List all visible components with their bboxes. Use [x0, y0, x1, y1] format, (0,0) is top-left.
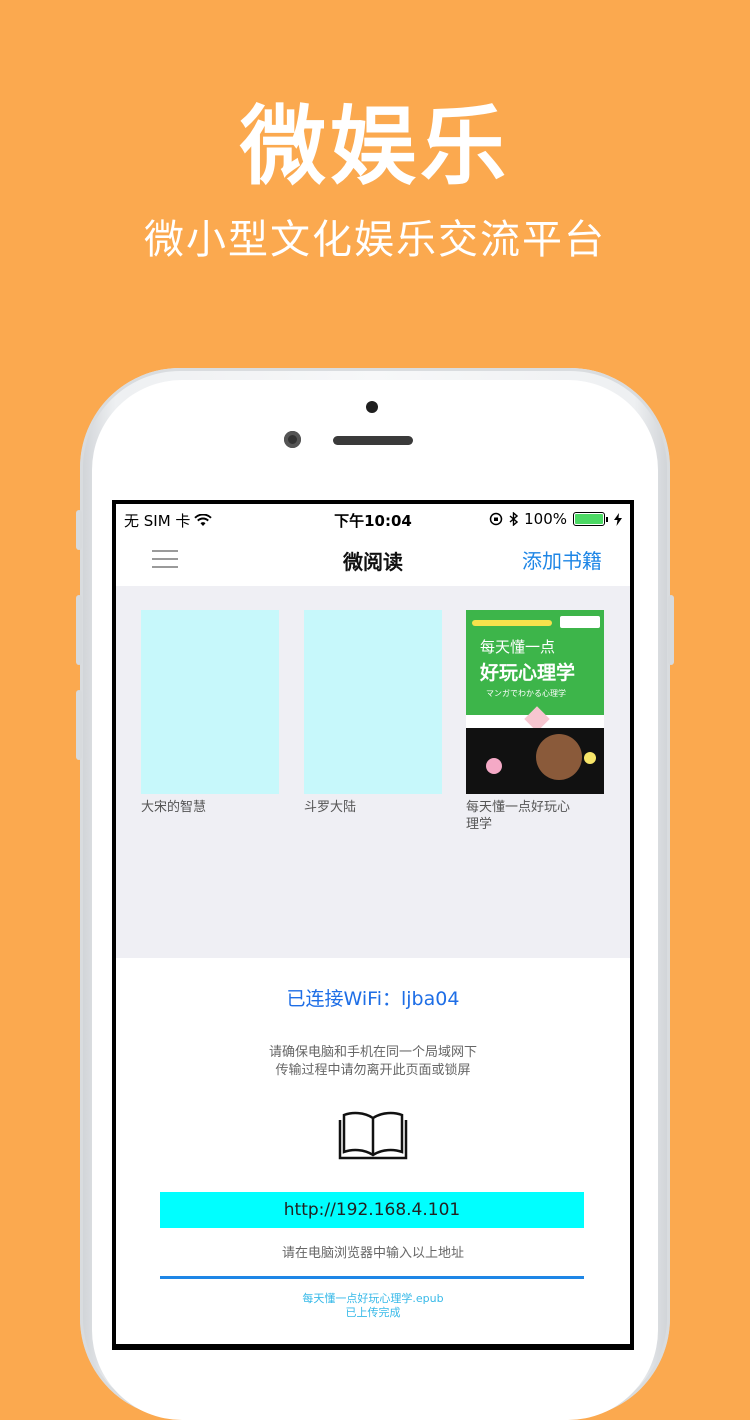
proximity-sensor — [366, 401, 378, 413]
flower-illustration — [584, 752, 596, 764]
cover-title-line2: 好玩心理学 — [480, 662, 576, 684]
orientation-lock-icon — [489, 512, 503, 526]
wifi-instructions: 请确保电脑和手机在同一个局域网下 传输过程中请勿离开此页面或锁屏 — [116, 1044, 630, 1080]
book-item[interactable]: 大宋的智慧 — [141, 610, 279, 816]
flower-illustration — [486, 758, 502, 774]
phone-volume-down — [76, 690, 82, 760]
wifi-tip-line: 传输过程中请勿离开此页面或锁屏 — [275, 1063, 471, 1078]
book-cover-placeholder — [304, 610, 442, 794]
wifi-tip-line: 请确保电脑和手机在同一个局域网下 — [268, 1045, 477, 1060]
battery-percent: 100% — [524, 510, 567, 528]
book-title: 每天懂一点好玩心理学 — [466, 800, 571, 832]
front-camera — [284, 431, 301, 448]
phone-side-button — [76, 510, 82, 550]
upload-progress-fill — [160, 1276, 584, 1279]
add-book-button[interactable]: 添加书籍 — [522, 545, 602, 574]
book-cover-image: 每天懂一点 好玩心理学 マンガでわかる心理学 — [466, 610, 604, 794]
uploaded-file-name: 每天懂一点好玩心理学.epub — [302, 1292, 444, 1305]
bookshelf: 大宋的智慧 斗罗大陆 每天懂一点 好玩心理学 マンガでわかる心理学 每天懂一点好… — [116, 586, 630, 958]
cover-subtitle: マンガでわかる心理学 — [486, 689, 566, 698]
monkey-illustration — [536, 734, 582, 780]
phone-volume-up — [76, 595, 82, 665]
book-title: 斗罗大陆 — [304, 800, 357, 815]
cover-illustration — [466, 728, 604, 794]
battery-icon — [573, 512, 605, 526]
cover-green-panel: 每天懂一点 好玩心理学 マンガでわかる心理学 — [466, 610, 604, 715]
promo-subtitle: 微小型文化娱乐交流平台 — [144, 217, 606, 263]
cover-title-line1: 每天懂一点 — [480, 638, 556, 656]
book-item[interactable]: 每天懂一点 好玩心理学 マンガでわかる心理学 每天懂一点好玩心理学 — [466, 610, 604, 833]
upload-status-text: 已上传完成 — [345, 1306, 401, 1319]
upload-progress-bar — [160, 1276, 584, 1279]
nav-bar: 微阅读 添加书籍 — [116, 534, 630, 587]
status-right: 100% — [489, 510, 622, 528]
wifi-transfer-panel: 已连接WiFi：ljba04 请确保电脑和手机在同一个局域网下 传输过程中请勿离… — [116, 958, 630, 1344]
book-title: 大宋的智慧 — [141, 800, 207, 815]
bluetooth-icon — [509, 512, 519, 526]
charging-icon — [614, 512, 622, 526]
earpiece-speaker — [333, 436, 413, 445]
open-book-icon — [338, 1111, 408, 1160]
phone-screen: 无 SIM 卡 下午10:04 100% 微阅读 添加书籍 大宋的智慧 斗罗大陆… — [116, 504, 630, 1344]
wifi-connected-label: 已连接WiFi：ljba04 — [286, 988, 460, 1010]
book-item[interactable]: 斗罗大陆 — [304, 610, 442, 816]
battery-tip — [606, 516, 608, 522]
book-cover-placeholder — [141, 610, 279, 794]
promo-title: 微娱乐 — [240, 97, 510, 197]
url-hint: 请在电脑浏览器中输入以上地址 — [281, 1246, 464, 1261]
status-bar: 无 SIM 卡 下午10:04 100% — [116, 504, 630, 534]
phone-power-button — [668, 595, 674, 665]
upload-status: 每天懂一点好玩心理学.epub 已上传完成 — [116, 1292, 630, 1320]
server-url[interactable]: http://192.168.4.101 — [160, 1192, 584, 1228]
